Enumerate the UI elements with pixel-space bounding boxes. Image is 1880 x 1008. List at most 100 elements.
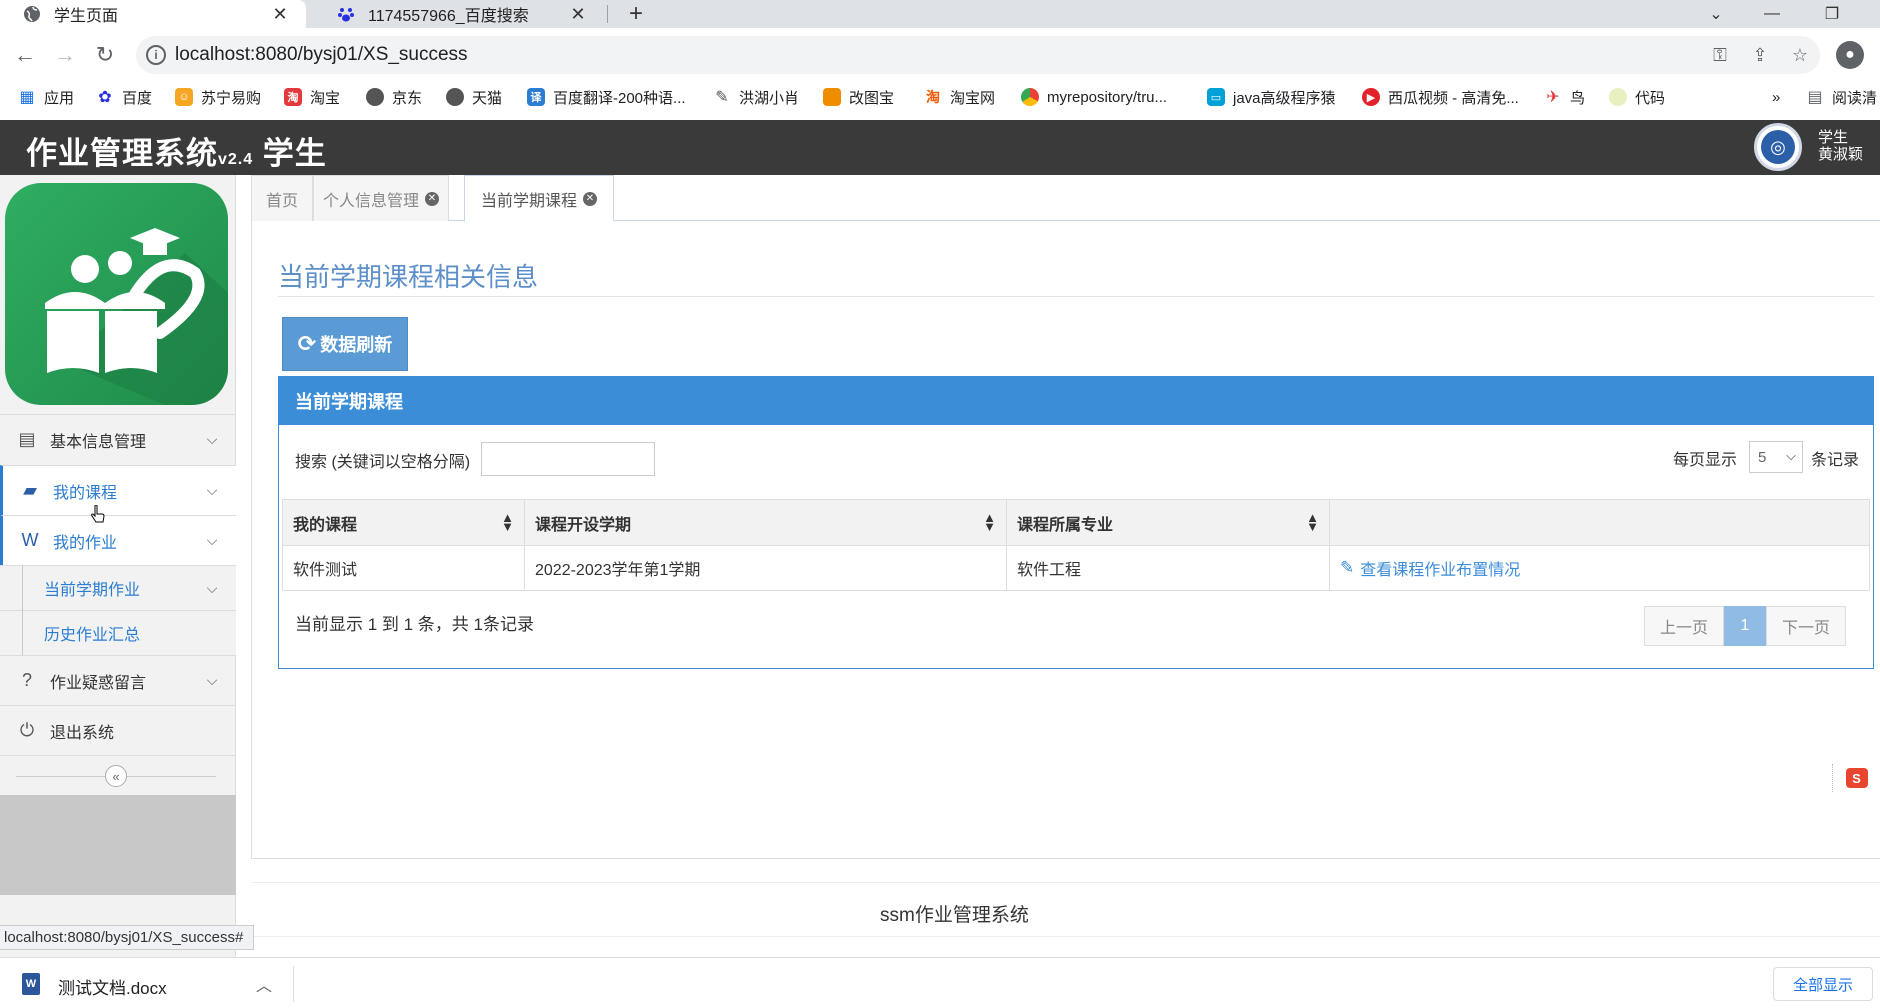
reading-list[interactable]: ▤ 阅读清	[1806, 86, 1877, 108]
bookmark-gaitubao[interactable]: 改图宝	[823, 86, 894, 108]
next-page-button[interactable]: 下一页	[1766, 606, 1846, 646]
tab-home[interactable]: 首页	[251, 175, 313, 221]
bookmark-bird[interactable]: ✈ 鸟	[1544, 86, 1585, 108]
download-file-name[interactable]: 测试文档.docx	[58, 974, 167, 999]
sort-icon: ▲ ▼	[501, 510, 514, 534]
close-icon[interactable]: ✕	[568, 4, 588, 24]
heading-divider	[278, 296, 1874, 297]
page-size-suffix: 条记录	[1811, 452, 1860, 469]
key-icon[interactable]: ⚿	[1708, 45, 1732, 65]
code-icon	[1609, 88, 1627, 106]
close-icon[interactable]: ✕	[270, 4, 290, 24]
taobao-icon: 淘	[926, 89, 940, 105]
sidebar-item-my-courses[interactable]: ▰ 我的课程 ⌵	[0, 465, 236, 515]
bookmark-jd[interactable]: 京东	[366, 86, 422, 108]
panel-title: 当前学期课程	[279, 377, 1873, 425]
reload-icon[interactable]: ↻	[89, 39, 121, 71]
bird-icon: ✈	[1546, 89, 1560, 106]
star-icon[interactable]: ☆	[1788, 45, 1812, 65]
student-reading-logo-icon	[45, 228, 228, 405]
sidebar-item-logout[interactable]: ⏻ 退出系统	[0, 705, 236, 755]
sidebar-item-basic-info[interactable]: ▤ 基本信息管理 ⌵	[0, 414, 236, 464]
double-chevron-left-icon[interactable]: «	[105, 765, 127, 787]
feather-icon: ✎	[715, 89, 729, 106]
site-info-icon[interactable]: i	[146, 45, 166, 65]
user-role[interactable]: 学生	[1818, 129, 1848, 146]
bookmark-xigua[interactable]: ▶ 西瓜视频 - 高清免...	[1362, 86, 1519, 108]
floating-widget[interactable]: S	[1832, 764, 1880, 792]
bookmark-java[interactable]: ▭ java高级程序猿	[1207, 86, 1336, 108]
new-tab-plus-icon[interactable]: +	[622, 0, 650, 28]
bookmark-tmall[interactable]: 天猫	[446, 86, 502, 108]
chevron-up-icon[interactable]: ︿	[256, 972, 272, 996]
subtree-line	[22, 565, 23, 655]
chevron-down-icon: ⌵	[206, 482, 218, 498]
show-all-downloads-button[interactable]: 全部显示	[1773, 967, 1873, 1001]
search-input[interactable]	[481, 442, 655, 476]
forward-arrow-icon[interactable]: →	[49, 39, 81, 71]
share-icon[interactable]: ⇪	[1748, 45, 1772, 65]
bookmark-honghu[interactable]: ✎ 洪湖小肖	[713, 86, 799, 108]
browser-tab-bar: 学生页面 ✕ 1174557966_百度搜索 ✕ + ⌄ — ❐	[0, 0, 1880, 28]
sidebar-subitem-label: 当前学期作业	[44, 582, 141, 599]
chrome-icon	[1021, 88, 1039, 106]
book-icon: ▰	[23, 480, 37, 500]
minimize-icon[interactable]: —	[1752, 0, 1792, 28]
bookmark-taobao[interactable]: 淘淘宝	[284, 86, 340, 108]
back-arrow-icon[interactable]: ←	[9, 39, 41, 71]
address-url[interactable]: localhost:8080/bysj01/XS_success	[175, 44, 468, 66]
baidu-paw-icon: ✿	[98, 89, 112, 106]
university-seal-icon: ◎	[1761, 130, 1795, 164]
page-1-button[interactable]: 1	[1724, 606, 1766, 646]
profile-avatar-icon[interactable]: ●	[1836, 41, 1864, 69]
view-homework-link[interactable]: ✎ 查看课程作业布置情况	[1340, 556, 1520, 580]
tab-current-courses[interactable]: 当前学期课程 ✕	[464, 175, 614, 222]
browser-tab-student-page[interactable]: 学生页面 ✕	[0, 0, 306, 28]
bookmark-code[interactable]: 代码	[1609, 86, 1665, 108]
sidebar-subitem-history-homework[interactable]: 历史作业汇总	[0, 610, 236, 655]
column-header-term[interactable]: 课程开设学期 ▲ ▼	[524, 499, 1007, 546]
sogou-s-icon: S	[1845, 768, 1868, 788]
restore-icon[interactable]: ❐	[1812, 0, 1852, 28]
question-circle-icon: ?	[21, 670, 32, 690]
courses-table: 我的课程 ▲ ▼ 课程开设学期 ▲ ▼ 课程所属专业 ▲ ▼ 软件测试 2022-20…	[282, 499, 1870, 591]
address-bar[interactable]: i localhost:8080/bysj01/XS_success ⚿ ⇪ ☆	[136, 36, 1820, 74]
close-circle-icon[interactable]: ✕	[425, 191, 439, 206]
user-name[interactable]: 黄淑颖	[1818, 146, 1863, 163]
page-size-label: 每页显示	[1673, 452, 1738, 469]
page-size-select[interactable]: 5 ⌵	[1749, 441, 1803, 473]
bookmark-suning[interactable]: ☺ 苏宁易购	[175, 86, 261, 108]
courses-panel: 当前学期课程 搜索 (关键词以空格分隔) 每页显示 5 ⌵ 条记录 我的课程 ▲…	[278, 376, 1874, 669]
column-header-major[interactable]: 课程所属专业 ▲ ▼	[1006, 499, 1330, 546]
sidebar-item-homework-questions[interactable]: ? 作业疑惑留言 ⌵	[0, 655, 236, 705]
bookmark-apps[interactable]: ▦ 应用	[18, 86, 74, 108]
bookmarks-more[interactable]: »	[1772, 86, 1780, 108]
browser-tab-title: 学生页面	[54, 8, 119, 25]
chevron-down-icon: ⌵	[206, 672, 218, 688]
browser-tab-baidu[interactable]: 1174557966_百度搜索 ✕	[314, 0, 604, 28]
refresh-button[interactable]: ⟳ 数据刷新	[282, 317, 408, 371]
bookmark-taobao-web[interactable]: 淘淘宝网	[924, 86, 995, 108]
word-doc-icon: W	[21, 530, 39, 550]
tab-search-chevron-icon[interactable]: ⌄	[1696, 0, 1736, 28]
bookmark-baidu[interactable]: ✿ 百度	[96, 86, 152, 108]
sidebar-subitem-current-homework[interactable]: 当前学期作业 ⌵	[0, 565, 236, 610]
browser-tab-title: 1174557966_百度搜索	[368, 8, 529, 25]
user-avatar[interactable]: ◎	[1754, 123, 1802, 171]
sidebar-item-my-homework[interactable]: W 我的作业 ⌵	[0, 515, 236, 565]
bookmark-baidu-translate[interactable]: 译百度翻译-200种语...	[527, 86, 686, 108]
globe-icon	[366, 88, 384, 106]
prev-page-button[interactable]: 上一页	[1644, 606, 1724, 646]
chevron-down-icon: ⌵	[206, 532, 218, 548]
bookmark-myrepository[interactable]: myrepository/tru...	[1021, 86, 1167, 108]
cell-major: 软件工程	[1006, 545, 1330, 591]
sidebar-item-label: 作业疑惑留言	[50, 674, 147, 692]
tab-personal-info[interactable]: 个人信息管理 ✕	[313, 175, 449, 221]
suning-icon: ☺	[175, 88, 193, 106]
sidebar-collapse-row: «	[0, 755, 236, 795]
content-tabs: 首页 个人信息管理 ✕ 当前学期课程 ✕	[251, 175, 1880, 222]
apps-grid-icon: ▦	[19, 89, 35, 106]
chevron-down-icon: ⌵	[1786, 448, 1796, 463]
close-circle-icon[interactable]: ✕	[583, 191, 597, 206]
column-header-course[interactable]: 我的课程 ▲ ▼	[282, 499, 525, 546]
